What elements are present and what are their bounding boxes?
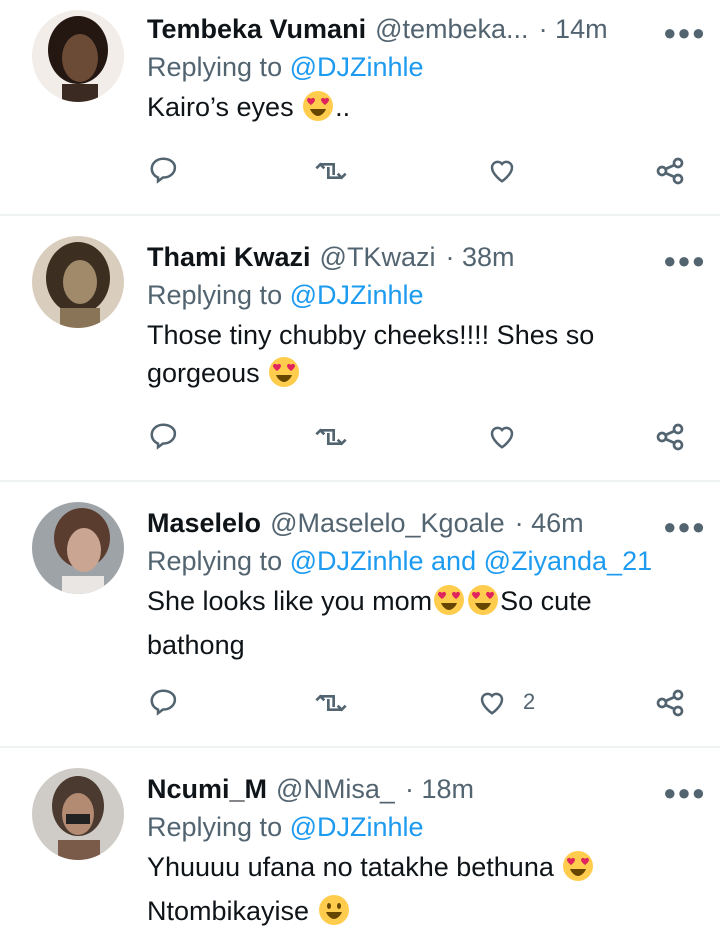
heart-eyes-emoji [467,584,499,626]
avatar[interactable] [32,502,124,594]
timestamp[interactable]: · 18m [405,772,474,806]
author-handle[interactable]: @NMisa_ [276,772,395,806]
author-name[interactable]: Maselelo [147,506,261,540]
author-name[interactable]: Thami Kwazi [147,240,311,274]
replying-to: Replying to @DJZinhle [147,810,700,844]
tweet-actions [0,155,720,195]
replying-label: Replying to [147,546,290,576]
share-icon [656,423,684,451]
replying-label: Replying to [147,280,290,310]
like-button[interactable] [487,421,533,451]
tweet-actions [0,421,720,461]
timestamp[interactable]: · 46m [515,506,584,540]
reply-tweet[interactable]: Thami Kwazi @TKwazi · 38m Replying to @D… [0,216,720,482]
tweet-text: Yhuuuu ufana no tatakhe bethuna Ntombika… [147,848,637,936]
retweet-icon [315,428,347,446]
retweet-icon [315,162,347,180]
share-button[interactable] [654,687,686,719]
timestamp[interactable]: · 14m [539,12,608,46]
retweet-button[interactable] [315,155,347,187]
reply-button[interactable] [148,155,178,185]
heart-eyes-emoji [433,584,465,626]
share-icon [656,157,684,185]
avatar[interactable] [32,236,124,328]
author-handle[interactable]: @Maselelo_Kgoale [270,506,505,540]
author-name[interactable]: Tembeka Vumani [147,12,366,46]
heart-icon [490,160,514,183]
share-icon [656,689,684,717]
tweet-text: She looks like you mom So cute bathong [147,582,627,664]
tweet-text: Kairo’s eyes .. [147,88,700,132]
tweet-text-part: Those tiny chubby cheeks!!!! Shes so gor… [147,320,595,388]
share-button[interactable] [654,421,686,453]
replying-label: Replying to [147,52,290,82]
timestamp[interactable]: · 38m [445,240,514,274]
reply-tweet[interactable]: Ncumi_M @NMisa_ · 18m Replying to @DJZin… [0,748,720,936]
tweet-actions: 2 [0,687,720,727]
like-button[interactable] [487,155,533,185]
replying-label: Replying to [147,812,290,842]
reply-icon [150,689,177,716]
replying-to: Replying to @DJZinhle [147,50,700,84]
heart-icon [490,426,514,449]
reply-icon [150,423,177,450]
heart-eyes-emoji [302,90,334,132]
retweet-button[interactable] [315,687,347,719]
more-icon[interactable]: ●●● [663,22,706,44]
tweet-text-part: She looks like you mom [147,586,433,616]
mention-link[interactable]: @DJZinhle [290,812,424,842]
reply-tweet[interactable]: Tembeka Vumani @tembeka... · 14m Replyin… [0,0,720,216]
more-icon[interactable]: ●●● [663,516,706,538]
reply-button[interactable] [148,421,178,451]
author-handle[interactable]: @tembeka... [375,12,528,46]
avatar[interactable] [32,10,124,102]
replying-to: Replying to @DJZinhle and @Ziyanda_21 [147,544,700,578]
tweet-text-part: .. [335,92,351,122]
avatar[interactable] [32,768,124,860]
mention-link[interactable]: @DJZinhle [290,280,424,310]
heart-eyes-emoji [562,850,594,892]
more-icon[interactable]: ●●● [663,250,706,272]
mention-link[interactable]: @DJZinhle and @Ziyanda_21 [290,546,653,576]
like-count: 2 [523,689,536,714]
tweet-text: Those tiny chubby cheeks!!!! Shes so gor… [147,316,617,398]
tweet-text-part: Yhuuuu ufana no tatakhe bethuna [147,852,562,882]
more-icon[interactable]: ●●● [663,782,706,804]
reply-tweet[interactable]: Maselelo @Maselelo_Kgoale · 46m Replying… [0,482,720,748]
reply-icon [150,157,177,184]
smiley-emoji [318,894,350,936]
author-name[interactable]: Ncumi_M [147,772,267,806]
retweet-button[interactable] [315,421,347,453]
reply-button[interactable] [148,687,178,717]
reply-feed: Tembeka Vumani @tembeka... · 14m Replyin… [0,0,720,936]
like-button[interactable]: 2 [477,687,535,717]
author-handle[interactable]: @TKwazi [320,240,436,274]
tweet-text-part: Kairo’s eyes [147,92,302,122]
replying-to: Replying to @DJZinhle [147,278,700,312]
retweet-icon [315,694,347,712]
mention-link[interactable]: @DJZinhle [290,52,424,82]
heart-icon [480,692,504,715]
tweet-text-part: Ntombikayise [147,896,317,926]
share-button[interactable] [654,155,686,187]
heart-eyes-emoji [268,356,300,398]
